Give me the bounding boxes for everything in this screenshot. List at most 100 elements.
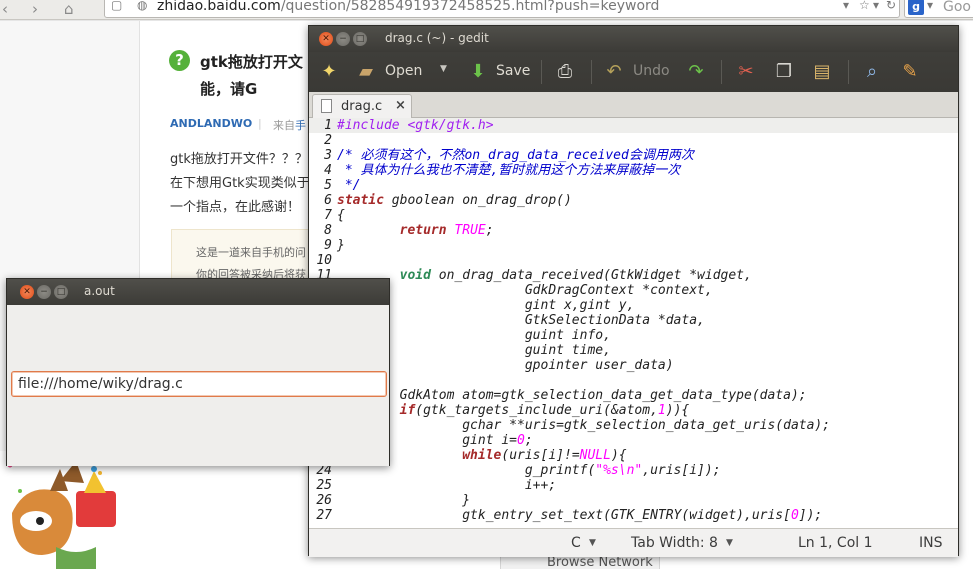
code-token: * 具体为什么我也不清楚,暂时就用这个方法来屏蔽掉一次: [337, 163, 681, 178]
print-icon[interactable]: ⎙: [554, 61, 576, 83]
search-engine-dropdown-icon[interactable]: ▾: [927, 0, 933, 12]
code-token: NULL: [579, 448, 611, 463]
code-token: 0: [790, 508, 799, 523]
window-title: drag.c (~) - gedit: [385, 31, 489, 45]
line-number: 8: [324, 223, 332, 238]
paste-icon[interactable]: ▤: [811, 61, 833, 83]
home-icon[interactable]: ⌂: [64, 0, 74, 18]
open-recent-dropdown-icon[interactable]: ▼: [440, 64, 447, 74]
maximize-window-icon[interactable]: □: [353, 32, 367, 46]
code-token: (uris[i]!=: [501, 448, 580, 463]
code-token: TRUE: [454, 223, 486, 238]
code-token: gchar **uris=gtk_selection_data_get_uris…: [337, 418, 831, 433]
code-token: on_drag_data_received(GtkWidget *widget,: [430, 268, 752, 283]
code-token: i++;: [337, 478, 557, 493]
file-uri-entry[interactable]: [11, 371, 387, 397]
search-icon[interactable]: ⌕: [861, 61, 883, 83]
code-token: )){: [665, 403, 690, 418]
code-token: static: [337, 193, 384, 208]
gedit-titlebar[interactable]: ✕ − □ drag.c (~) - gedit: [309, 26, 958, 52]
close-window-icon[interactable]: ✕: [319, 32, 333, 46]
save-button[interactable]: Save: [496, 63, 530, 79]
body-line: 在下想用Gtk实现类似于: [170, 176, 310, 191]
author-link[interactable]: ANDLANDWO: [170, 117, 252, 130]
tab-width-selector[interactable]: Tab Width: 8: [631, 535, 718, 551]
body-line: gtk拖放打开文件？？？: [170, 152, 308, 167]
url-path: /question/582854919372458525.html?push=k…: [280, 0, 660, 14]
save-icon[interactable]: ⬇: [467, 61, 489, 83]
url-text[interactable]: zhidao.baidu.com/question/58285491937245…: [157, 0, 659, 14]
code-line: static gboolean on_drag_drop(): [337, 193, 572, 208]
cursor-position: Ln 1, Col 1: [798, 535, 873, 551]
code-line: g_printf("%s\n",uris[i]);: [337, 463, 721, 478]
minimize-window-icon[interactable]: −: [336, 32, 350, 46]
line-number: 25: [316, 478, 332, 493]
close-tab-icon[interactable]: ×: [395, 98, 406, 113]
line-number: 7: [324, 208, 332, 223]
file-uri-input[interactable]: [12, 372, 386, 396]
open-folder-icon[interactable]: ▰: [355, 61, 377, 83]
forward-arrow-icon[interactable]: ›: [32, 0, 38, 18]
line-number: 1: [324, 118, 332, 133]
mascot-illustration: [0, 451, 140, 569]
tab-drag-c[interactable]: drag.c ×: [312, 94, 412, 118]
search-box[interactable]: g ▾ Goo: [904, 0, 973, 18]
close-window-icon[interactable]: ✕: [20, 285, 34, 299]
document-tabs: drag.c ×: [309, 92, 958, 118]
code-line: void on_drag_data_received(GtkWidget *wi…: [337, 268, 752, 283]
language-selector[interactable]: C: [571, 535, 581, 551]
open-button[interactable]: Open: [385, 63, 422, 79]
dropdown-icon[interactable]: ▾: [843, 0, 849, 12]
code-line: {: [337, 208, 345, 223]
language-dropdown-icon[interactable]: ▼: [589, 538, 596, 548]
meta-separator: |: [258, 117, 262, 130]
copy-icon[interactable]: ❐: [773, 61, 795, 83]
code-token: }: [337, 238, 345, 253]
code-token: gboolean on_drag_drop(): [383, 193, 572, 208]
code-token: ]);: [798, 508, 823, 523]
undo-icon[interactable]: ↶: [603, 61, 625, 83]
redo-icon[interactable]: ↷: [685, 61, 707, 83]
document-icon: [321, 99, 332, 113]
new-document-icon[interactable]: ✦: [318, 61, 340, 83]
code-token: ){: [610, 448, 627, 463]
aout-window: ✕ − □ a.out: [6, 278, 390, 466]
globe-icon: ◍: [137, 0, 148, 12]
code-token: void: [399, 268, 431, 283]
find-replace-icon[interactable]: ✎: [899, 61, 921, 83]
url-bar[interactable]: ▢ ◍ zhidao.baidu.com/question/5828549193…: [104, 0, 900, 18]
history-dropdown-icon[interactable]: ▾: [873, 0, 879, 12]
cut-icon[interactable]: ✂: [735, 61, 757, 83]
line-number: 2: [324, 133, 332, 148]
back-arrow-icon[interactable]: ‹: [2, 0, 8, 18]
minimize-window-icon[interactable]: −: [37, 285, 51, 299]
url-host: zhidao.baidu.com: [157, 0, 281, 14]
code-token: GtkSelectionData *data,: [337, 313, 705, 328]
code-token: ;: [485, 223, 494, 238]
code-line: GdkAtom atom=gtk_selection_data_get_data…: [337, 388, 807, 403]
bookmark-star-icon[interactable]: ☆: [859, 0, 870, 12]
code-token: 1: [657, 403, 666, 418]
undo-button[interactable]: Undo: [633, 63, 670, 79]
google-icon[interactable]: g: [908, 0, 924, 15]
code-token: return: [399, 223, 447, 238]
line-number: 6: [324, 193, 332, 208]
question-title-line2: 能，请G: [200, 80, 258, 98]
code-line: i++;: [337, 478, 556, 493]
code-token: GdkDragContext *context,: [337, 283, 713, 298]
source-prefix: 来自: [273, 119, 295, 132]
tab-label: drag.c: [341, 99, 383, 114]
maximize-window-icon[interactable]: □: [54, 285, 68, 299]
body-line: 一个指点，在此感谢！: [170, 200, 301, 215]
code-token: ;: [524, 433, 533, 448]
code-line: /* 必须有这个，不然on_drag_data_received会调用两次: [337, 148, 694, 163]
source-link[interactable]: 手: [295, 119, 306, 132]
code-token: */: [337, 178, 361, 193]
code-editor[interactable]: 1234567891011121314151617181920212223242…: [309, 118, 958, 528]
question-title[interactable]: gtk拖放打开文 能，请G: [200, 49, 320, 103]
line-number: 26: [316, 493, 332, 508]
tab-width-dropdown-icon[interactable]: ▼: [726, 538, 733, 548]
aout-titlebar[interactable]: ✕ − □ a.out: [7, 279, 389, 305]
reload-icon[interactable]: ↻: [886, 0, 896, 12]
code-line: return TRUE;: [337, 223, 494, 238]
